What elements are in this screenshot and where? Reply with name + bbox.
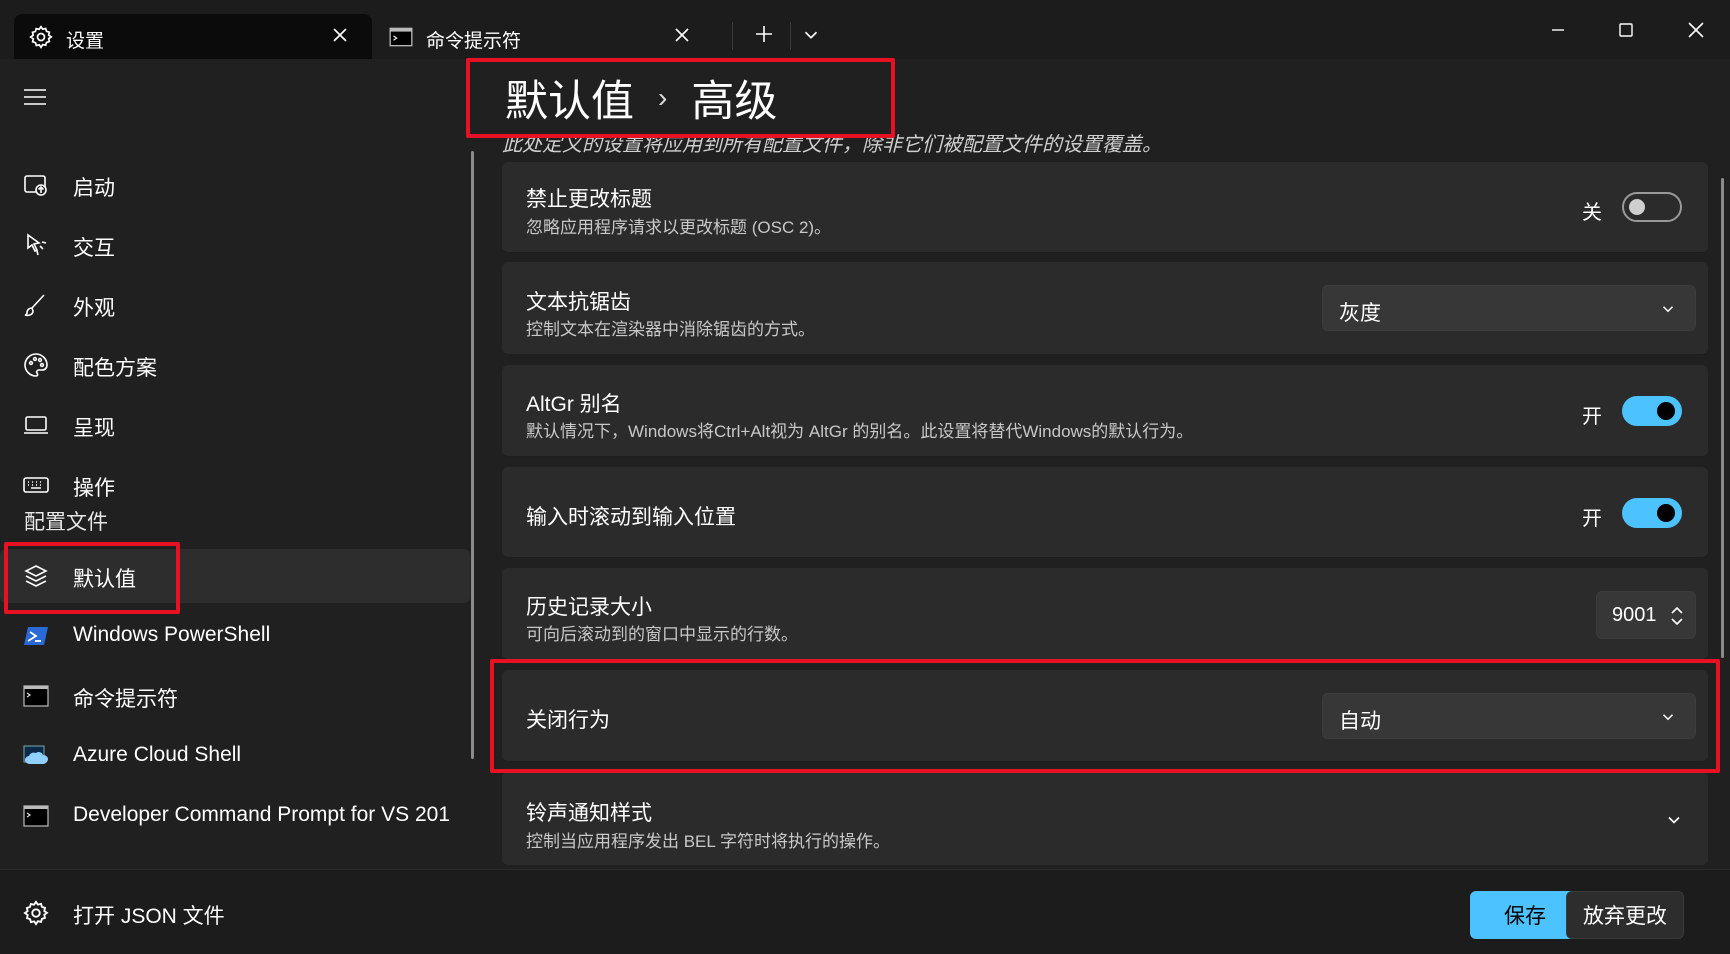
cloud-icon [23, 745, 48, 764]
chevron-down-icon[interactable] [800, 24, 822, 46]
setting-scroll-to-input: 输入时滚动到输入位置 开 [502, 467, 1708, 558]
highlight-box-defaults [4, 542, 180, 614]
sidebar-item-label: 呈现 [73, 417, 115, 440]
sidebar-item-label: 配色方案 [73, 357, 157, 380]
toggle-knob [1629, 199, 1645, 215]
sidebar-scrollbar[interactable] [471, 151, 474, 759]
toggle-switch[interactable] [1622, 192, 1682, 222]
launch-icon [24, 175, 47, 196]
sidebar-item-label: 命令提示符 [73, 688, 178, 711]
setting-title: AltGr 别名 [526, 393, 622, 416]
sidebar-item-label: 外观 [73, 297, 115, 320]
setting-bell-notification-style[interactable]: 铃声通知样式 控制当应用程序发出 BEL 字符时将执行的操作。 [502, 772, 1708, 866]
section-label-profiles: 配置文件 [24, 511, 108, 534]
maximize-icon[interactable] [1610, 14, 1642, 46]
palette-icon [24, 353, 48, 377]
monitor-icon [24, 416, 48, 434]
setting-title: 文本抗锯齿 [526, 291, 631, 314]
discard-changes-button[interactable]: 放弃更改 [1566, 891, 1684, 939]
tab-label: 设置 [66, 31, 105, 52]
toggle-state-label: 开 [1582, 508, 1602, 530]
sidebar-item-appearance[interactable]: 外观 [0, 278, 470, 332]
hamburger-menu-icon[interactable] [22, 85, 50, 109]
toggle-switch[interactable] [1622, 498, 1682, 528]
tab-settings[interactable]: 设置 [14, 14, 372, 59]
setting-description: 控制当应用程序发出 BEL 字符时将执行的操作。 [526, 832, 890, 851]
sidebar-item-command-prompt[interactable]: 命令提示符 [0, 669, 470, 723]
setting-description: 可向后滚动到的窗口中显示的行数。 [526, 625, 798, 644]
tab-label: 命令提示符 [426, 31, 522, 52]
powershell-icon [24, 627, 48, 645]
setting-description: 控制文本在渲染器中消除锯齿的方式。 [526, 320, 815, 339]
chevron-down-icon[interactable] [1664, 810, 1684, 830]
setting-text-antialiasing: 文本抗锯齿 控制文本在渲染器中消除锯齿的方式。 灰度 [502, 262, 1708, 355]
brush-icon [24, 294, 45, 317]
sidebar-item-label: Developer Command Prompt for VS 201 [73, 803, 451, 826]
sidebar-item-label: Windows PowerShell [73, 623, 271, 646]
sidebar-item-label: 启动 [73, 177, 115, 200]
toggle-state-label: 关 [1582, 202, 1602, 224]
toggle-knob [1657, 504, 1675, 522]
close-window-icon[interactable] [1680, 14, 1712, 46]
highlight-box-breadcrumb [466, 58, 895, 138]
tab-command-prompt[interactable]: 命令提示符 [374, 14, 714, 59]
setting-title: 历史记录大小 [526, 596, 652, 619]
setting-title: 输入时滚动到输入位置 [526, 506, 736, 529]
close-icon[interactable] [670, 23, 694, 47]
sidebar-item-azure-cloud-shell[interactable]: Azure Cloud Shell [0, 729, 470, 783]
antialiasing-dropdown[interactable]: 灰度 [1322, 285, 1696, 331]
minimize-icon[interactable] [1542, 14, 1574, 46]
gear-icon [29, 25, 53, 49]
setting-description: 默认情况下，Windows将Ctrl+Alt视为 AltGr 的别名。此设置将替… [526, 422, 1194, 441]
chevron-down-icon [1662, 306, 1674, 313]
terminal-icon [23, 685, 49, 707]
sidebar-item-label: 操作 [73, 477, 115, 500]
highlight-box-close-behavior [490, 659, 1720, 773]
setting-title: 禁止更改标题 [526, 188, 652, 211]
sidebar-item-startup[interactable]: 启动 [0, 158, 470, 212]
setting-history-size: 历史记录大小 可向后滚动到的窗口中显示的行数。 9001 [502, 568, 1708, 660]
open-json-file-button[interactable]: 打开 JSON 文件 [0, 870, 470, 954]
gear-icon [23, 900, 49, 926]
number-value: 9001 [1612, 604, 1657, 626]
sidebar-item-label: Azure Cloud Shell [73, 743, 242, 766]
divider [732, 22, 733, 50]
sidebar-item-rendering[interactable]: 呈现 [0, 398, 470, 452]
pointer-icon [27, 233, 47, 256]
toggle-knob [1657, 402, 1675, 420]
close-icon[interactable] [328, 23, 352, 47]
sidebar-item-label: 交互 [73, 237, 115, 260]
toggle-state-label: 开 [1582, 406, 1602, 428]
divider [790, 22, 791, 50]
sidebar-item-developer-command-prompt[interactable]: Developer Command Prompt for VS 201 [0, 789, 470, 843]
bottom-bar: 打开 JSON 文件 保存 放弃更改 [0, 869, 1730, 954]
setting-suppress-title-change: 禁止更改标题 忽略应用程序请求以更改标题 (OSC 2)。 关 [502, 162, 1708, 253]
setting-description: 忽略应用程序请求以更改标题 (OSC 2)。 [526, 218, 832, 237]
toggle-switch[interactable] [1622, 396, 1682, 426]
title-bar: 设置 命令提示符 [0, 0, 1730, 59]
spin-arrows-icon[interactable] [1669, 604, 1685, 628]
sidebar-item-interaction[interactable]: 交互 [0, 218, 470, 272]
terminal-icon [23, 805, 49, 827]
main-scrollbar[interactable] [1721, 178, 1724, 658]
setting-altgr-alias: AltGr 别名 默认情况下，Windows将Ctrl+Alt视为 AltGr … [502, 365, 1708, 457]
save-button[interactable]: 保存 [1470, 891, 1580, 939]
sidebar: 启动 交互 外观 配色方案 呈现 操作 配置文件 默认值 Windows Pow… [0, 59, 476, 869]
terminal-icon [389, 27, 413, 47]
sidebar-item-windows-powershell[interactable]: Windows PowerShell [0, 609, 470, 663]
open-json-label: 打开 JSON 文件 [73, 905, 225, 928]
history-size-number-box[interactable]: 9001 [1596, 591, 1696, 639]
sidebar-item-color-schemes[interactable]: 配色方案 [0, 338, 470, 392]
sidebar-item-actions[interactable]: 操作 [0, 458, 470, 512]
keyboard-icon [23, 477, 49, 493]
setting-title: 铃声通知样式 [526, 802, 652, 825]
plus-icon[interactable] [752, 22, 776, 46]
dropdown-value: 灰度 [1339, 302, 1381, 325]
